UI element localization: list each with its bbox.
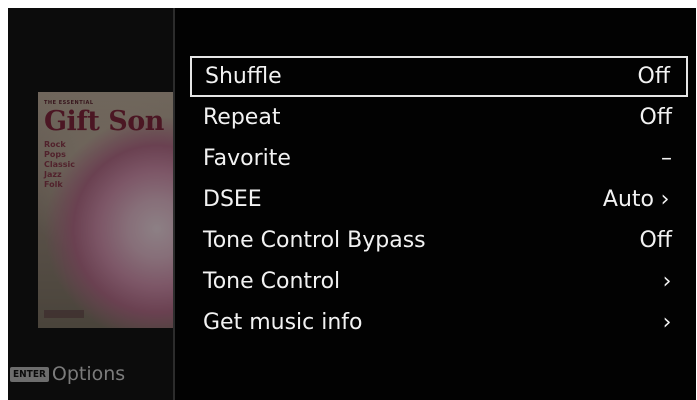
menu-item-label: Tone Control — [203, 269, 341, 294]
album-art-genre: Pops — [44, 150, 66, 159]
album-art: THE ESSENTIAL Gift Son Rock Pops Classic… — [38, 92, 173, 328]
menu-item-tone-control[interactable]: Tone Control › — [190, 261, 688, 302]
album-art-genre: Rock — [44, 140, 66, 149]
options-hint-label: Options — [51, 363, 126, 385]
enter-key-icon: ENTER — [10, 366, 49, 382]
chevron-right-icon: › — [662, 310, 672, 335]
chevron-right-icon: › — [662, 269, 672, 294]
album-art-genre: Classic — [44, 160, 76, 169]
menu-item-value: – — [661, 146, 672, 171]
menu-item-get-music-info[interactable]: Get music info › — [190, 302, 688, 343]
menu-item-favorite[interactable]: Favorite – — [190, 138, 688, 179]
now-playing-pane: THE ESSENTIAL Gift Son Rock Pops Classic… — [8, 8, 173, 400]
menu-item-repeat[interactable]: Repeat Off — [190, 97, 688, 138]
menu-item-label: Get music info — [203, 310, 363, 335]
menu-item-shuffle[interactable]: Shuffle Off — [190, 56, 688, 97]
menu-item-value: Off — [637, 64, 670, 89]
menu-item-tone-control-bypass[interactable]: Tone Control Bypass Off — [190, 220, 688, 261]
options-hint: ENTER Options — [10, 363, 125, 385]
menu-item-value: Off — [639, 228, 672, 253]
album-art-footer — [44, 310, 84, 318]
player-screen: THE ESSENTIAL Gift Son Rock Pops Classic… — [8, 8, 696, 400]
menu-item-value: Auto › — [603, 187, 672, 212]
album-art-genre-list: Rock Pops Classic Jazz Folk — [44, 140, 104, 190]
album-art-genre: Folk — [44, 180, 63, 189]
menu-item-label: Repeat — [203, 105, 281, 130]
options-menu-panel: Shuffle Off Repeat Off Favorite – DSEE A… — [175, 8, 696, 400]
album-art-title: Gift Son — [44, 106, 164, 137]
menu-item-label: Shuffle — [205, 64, 282, 89]
options-menu: Shuffle Off Repeat Off Favorite – DSEE A… — [190, 56, 688, 343]
album-art-genre: Jazz — [44, 170, 62, 179]
menu-item-value: Off — [639, 105, 672, 130]
menu-item-label: Favorite — [203, 146, 291, 171]
menu-item-label: DSEE — [203, 187, 262, 212]
chevron-right-icon: › — [660, 187, 670, 212]
menu-item-dsee[interactable]: DSEE Auto › — [190, 179, 688, 220]
menu-item-label: Tone Control Bypass — [203, 228, 426, 253]
